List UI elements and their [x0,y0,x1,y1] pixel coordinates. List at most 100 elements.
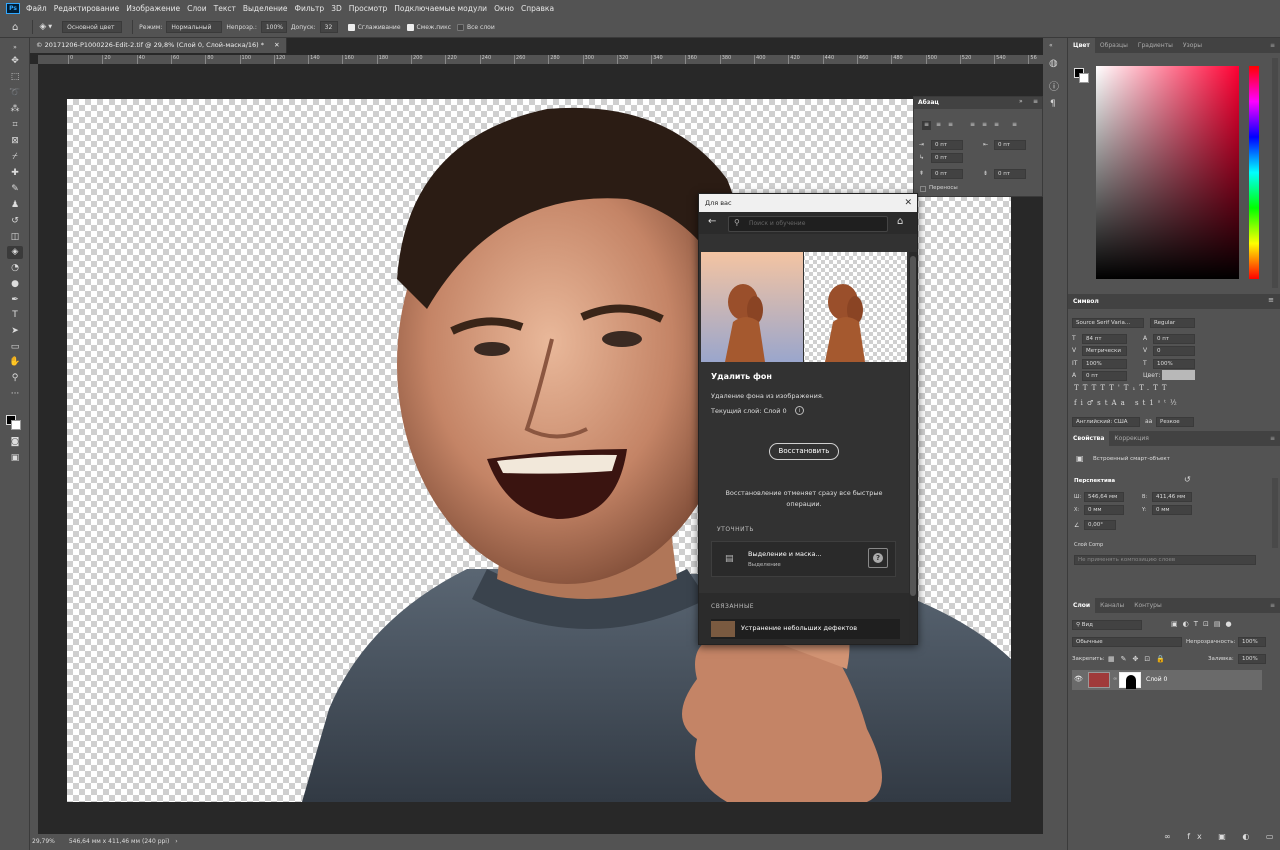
layer-filter-icons[interactable]: ▣◐T⊡▤● [1171,620,1237,628]
fill-input[interactable]: 100% [1238,654,1266,664]
menu-image[interactable]: Изображение [126,4,180,13]
quick-mask-icon[interactable]: ◙ [7,436,23,449]
fill-source-select[interactable]: Основной цвет [62,21,123,33]
mode-select[interactable]: Нормальный [166,21,223,33]
more-tools-icon[interactable]: ··· [7,388,23,401]
paint-bucket-tool-icon[interactable]: ◈ [39,22,46,32]
opentype-buttons[interactable]: fi♂stAa st1ˢᵗ½ [1074,399,1181,407]
kerning-select[interactable]: Метрически [1082,346,1127,356]
panel-menu-icon[interactable]: ≡ [1265,598,1280,613]
menu-plugins[interactable]: Подключаемые модули [394,4,487,13]
back-arrow-icon[interactable]: ← [708,216,716,227]
tab-color[interactable]: Цвет [1068,38,1095,53]
crop-tool-icon[interactable]: ⌗ [7,119,23,132]
restore-button[interactable]: Восстановить [769,443,839,460]
refine-item-card[interactable]: ▤ Выделение и маска... Выделение ? [711,541,896,577]
eyedropper-tool-icon[interactable]: ⌿ [7,151,23,164]
layer-opacity-input[interactable]: 100% [1238,637,1266,647]
path-selection-tool-icon[interactable]: ➤ [7,325,23,338]
panel-menu-icon[interactable]: ≡ [1033,98,1038,105]
document-info[interactable]: 546,64 мм x 411,46 мм (240 ppi) [69,838,170,845]
layer-filter-select[interactable]: ⚲ Вид [1072,620,1142,630]
info-icon[interactable]: i [795,406,804,415]
vertical-scale-input[interactable]: 100% [1082,359,1127,369]
space-after-input[interactable]: 0 пт [994,169,1026,179]
layer-row[interactable]: 👁 ∞ Слой 0 [1072,670,1262,690]
panel-menu-icon[interactable]: ≡ [1265,38,1280,53]
healing-brush-tool-icon[interactable]: ✚ [7,167,23,180]
reset-icon[interactable]: ↺ [1184,475,1191,484]
justify-all-icon[interactable]: ≡ [1010,121,1019,130]
layer-mask-thumbnail[interactable] [1119,672,1141,689]
history-brush-tool-icon[interactable]: ↺ [7,215,23,228]
discover-search-input[interactable]: Поиск и обучение [728,216,888,232]
first-line-indent-input[interactable]: 0 пт [931,153,963,163]
justify-right-icon[interactable]: ≡ [992,121,1001,130]
tab-patterns[interactable]: Узоры [1178,38,1207,53]
chevron-down-icon[interactable]: ▼ [48,24,52,30]
marquee-tool-icon[interactable]: ⬚ [7,71,23,84]
y-input[interactable]: 0 мм [1152,505,1192,515]
menu-text[interactable]: Текст [214,4,236,13]
zoom-level[interactable]: 29,79% [32,838,55,845]
menu-file[interactable]: Файл [26,4,47,13]
discover-scrollbar[interactable] [909,252,917,644]
tab-swatches[interactable]: Образцы [1095,38,1133,53]
tracking-select[interactable]: 0 [1153,346,1195,356]
related-item-card[interactable]: Устранение небольших дефектов [711,619,900,639]
photoshop-logo-icon[interactable]: Ps [6,3,20,14]
height-input[interactable]: 411,46 мм [1152,492,1192,502]
paragraph-icon[interactable]: ¶ [1050,99,1056,109]
all-layers-checkbox[interactable] [457,23,464,31]
blend-mode-select[interactable]: Обычные [1072,637,1182,647]
align-left-icon[interactable]: ≡ [922,121,931,130]
lock-icons[interactable]: ▦✎✥⊡🔒 [1108,655,1171,663]
layers-footer-icons[interactable]: ∞ fx ▣ ◐ ▭ ⊞ 🗑 [1164,832,1280,841]
layer-name[interactable]: Слой 0 [1146,676,1167,683]
magic-wand-tool-icon[interactable]: ⁂ [7,103,23,116]
width-input[interactable]: 546,64 мм [1084,492,1124,502]
dodge-tool-icon[interactable]: ● [7,278,23,291]
menu-help[interactable]: Справка [521,4,554,13]
link-icon[interactable]: ∞ [1113,676,1117,682]
chevron-right-icon[interactable]: › [175,838,177,845]
collapse-icon[interactable]: » [7,41,23,54]
antialias-checkbox[interactable] [347,23,355,31]
close-icon[interactable]: ✕ [904,194,912,212]
space-before-input[interactable]: 0 пт [931,169,963,179]
font-style-select[interactable]: Regular [1150,318,1195,328]
frame-tool-icon[interactable]: ⊠ [7,135,23,148]
menu-view[interactable]: Просмотр [349,4,388,13]
eraser-tool-icon[interactable]: ◫ [7,231,23,244]
lasso-tool-icon[interactable]: ➰ [7,87,23,100]
menu-filter[interactable]: Фильтр [295,4,325,13]
clone-stamp-tool-icon[interactable]: ♟ [7,199,23,212]
close-icon[interactable]: ✕ [274,41,279,49]
horizontal-scale-input[interactable]: 100% [1153,359,1195,369]
antialias-select[interactable]: Резкое [1156,417,1194,427]
scrollbar-thumb[interactable] [910,256,916,596]
vertical-ruler[interactable] [30,64,38,834]
menu-edit[interactable]: Редактирование [54,4,119,13]
tab-channels[interactable]: Каналы [1095,598,1129,613]
document-tab[interactable]: © 20171206-P1000226-Edit-2.tif @ 29,8% (… [30,38,287,53]
paint-bucket-tool-icon[interactable]: ◈ [7,246,23,259]
menu-select[interactable]: Выделение [243,4,288,13]
screen-mode-icon[interactable]: ▣ [7,452,23,465]
font-family-select[interactable]: Source Serif Varia... [1072,318,1144,328]
pen-tool-icon[interactable]: ✒ [7,294,23,307]
blur-tool-icon[interactable]: ◔ [7,262,23,275]
baseline-shift-input[interactable]: 0 пт [1082,371,1127,381]
align-right-icon[interactable]: ≡ [946,121,955,130]
panel-menu-icon[interactable]: ≡ [1265,431,1280,446]
hand-tool-icon[interactable]: ✋ [7,356,23,369]
font-size-input[interactable]: 84 пт [1082,334,1127,344]
rectangle-tool-icon[interactable]: ▭ [7,341,23,354]
collapse-icon[interactable]: « [1049,42,1053,49]
menu-3d[interactable]: 3D [331,4,342,13]
home-icon[interactable]: ⌂ [12,22,18,33]
hue-slider[interactable] [1249,66,1259,279]
text-style-buttons[interactable]: TTTTT'T₁T.TT [1074,384,1171,392]
info-icon[interactable]: ⓘ [1049,78,1059,93]
language-select[interactable]: Английский: США [1072,417,1140,427]
